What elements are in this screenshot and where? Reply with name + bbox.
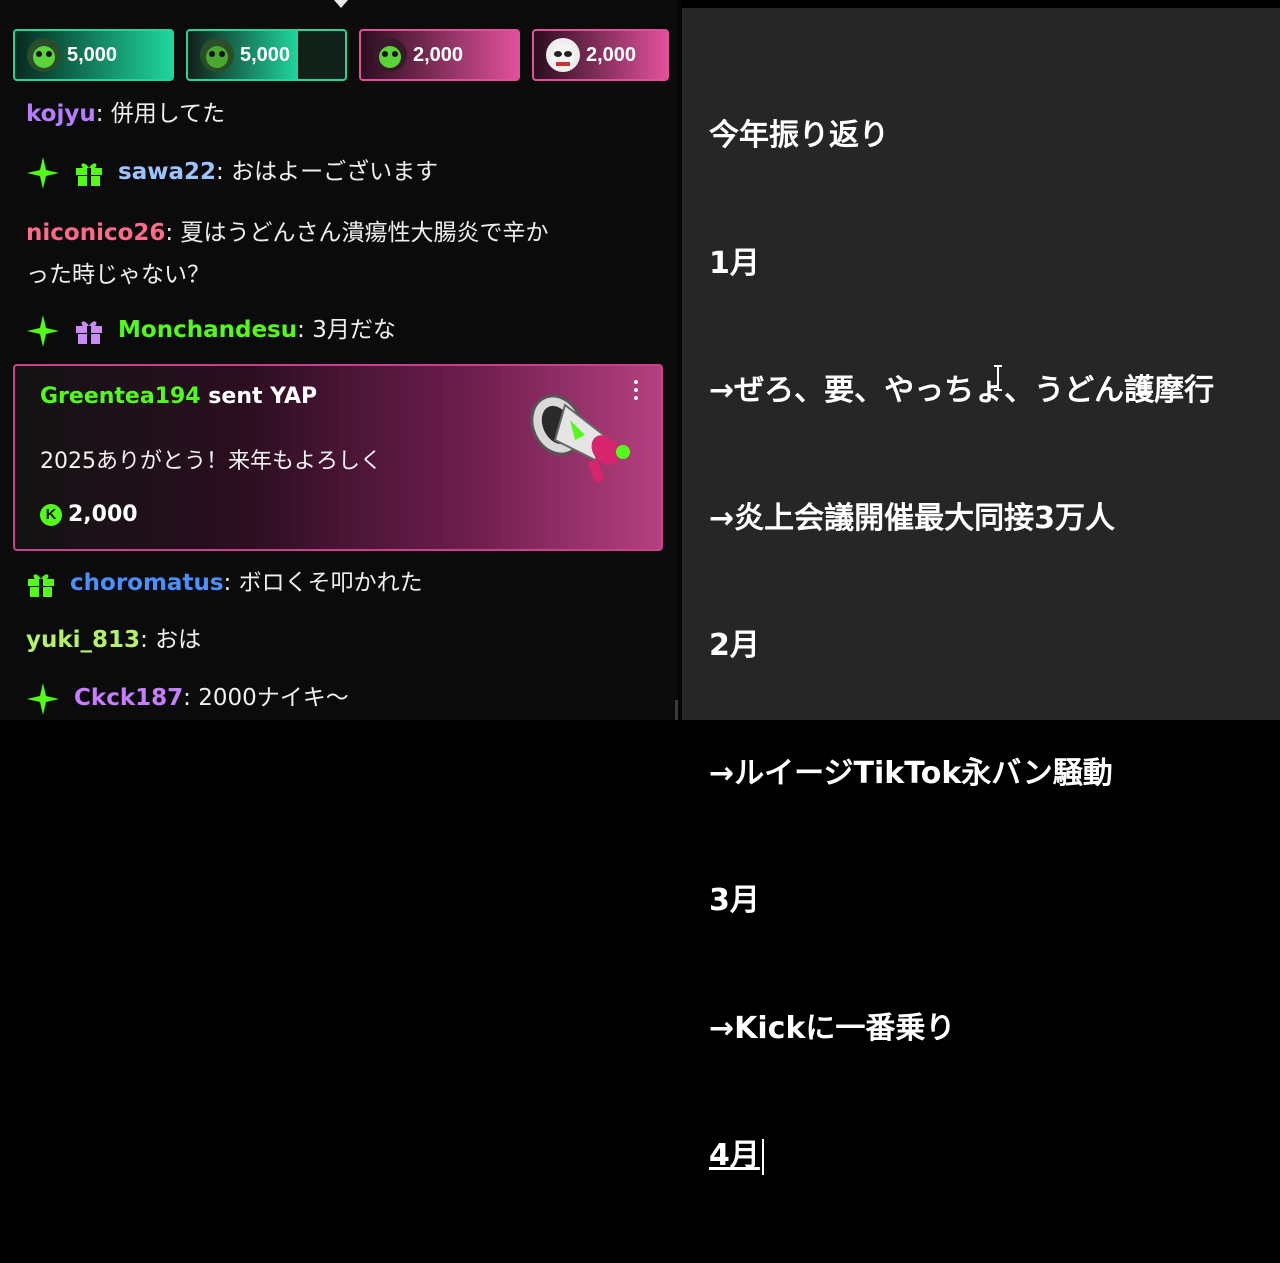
pinned-tip[interactable]: 5,000 [13,29,174,81]
colon: : [297,317,313,343]
yap-message: 2025ありがとう！来年もよろしく [40,449,382,474]
yap-tip-card: Greentea194 sent YAP 2025ありがとう！来年もよろしく K… [13,364,663,551]
green-frog-avatar [200,38,234,72]
notes-line: 4月 [709,1138,760,1173]
green-frog-avatar [373,38,407,72]
yap-header: Greentea194 sent YAP [40,384,317,409]
chat-text: 夏はうどんさん潰瘍性大腸炎で辛か [180,220,549,246]
chat-message: yuki_813: おは [26,623,646,657]
gift-badge-icon [76,162,103,186]
tip-amount: 5,000 [67,43,118,66]
chat-message: sawa22: おはよーございます [26,155,646,190]
tip-amount: 5,000 [240,43,291,66]
yap-amount: 2,000 [68,502,138,527]
text-caret [761,1138,764,1175]
chat-message: niconico26: 夏はうどんさん潰瘍性大腸炎で辛かった時じゃない？ [26,212,646,296]
chat-username[interactable]: choromatus [70,570,224,596]
sparkle-badge-icon [27,156,59,189]
notes-line: →炎上会議開催最大同接3万人 [709,500,1116,536]
sparkle-badge-icon [27,682,59,715]
notes-line: 2月 [709,628,760,663]
chat-text: おは [155,627,202,653]
kick-coin-icon: K [40,503,62,526]
collapse-caret-icon[interactable] [334,0,348,8]
megaphone-icon [530,394,630,483]
gift-badge-icon [28,573,54,597]
chat-username[interactable]: sawa22 [118,159,216,185]
colon: : [140,627,156,653]
chat-username[interactable]: Monchandesu [118,317,297,343]
yap-amount-row: K 2,000 [40,502,138,527]
chat-username[interactable]: yuki_813 [26,627,140,653]
yap-action: sent YAP [208,384,318,409]
chat-username[interactable]: Ckck187 [74,685,183,711]
chat-text: 併用してた [110,101,226,127]
colon: : [183,685,199,711]
pinned-tip[interactable]: 2,000 [532,29,669,81]
chat-text: 3月だな [312,317,396,343]
panda-avatar [546,38,580,72]
tip-amount: 2,000 [413,43,464,66]
notes-line: 今年振り返り [709,118,889,153]
pinned-tip[interactable]: 5,000 [186,29,347,81]
notes-text-area[interactable]: 今年振り返り 1月 →ぜろ、要、やっちょ、うどん護摩行 →炎上会議開催最大同接3… [709,30,1214,1263]
chat-message: choromatus: ボロくそ叩かれた [26,566,646,600]
notes-line: →Kickに一番乗り [709,1010,956,1046]
notes-line: →ぜろ、要、やっちょ、うどん護摩行 [709,373,1215,408]
sparkle-badge-icon [27,314,59,347]
tip-amount: 2,000 [586,43,637,66]
green-frog-avatar [27,38,61,72]
chat-message: Ckck187: 2000ナイキ〜 [26,681,646,716]
notes-editor[interactable]: 今年振り返り 1月 →ぜろ、要、やっちょ、うどん護摩行 →炎上会議開催最大同接3… [682,0,1280,1175]
colon: : [165,220,181,246]
chat-text: おはよーございます [231,159,439,185]
chat-text: 2000ナイキ〜 [198,685,349,711]
colon: : [216,159,232,185]
notes-line: 3月 [709,883,760,918]
chat-text: ボロくそ叩かれた [238,570,423,596]
notes-current-line: 4月 [709,1135,1214,1178]
chat-username[interactable]: niconico26 [26,220,165,246]
chat-message: kojyu: 併用してた [26,97,646,131]
yap-username[interactable]: Greentea194 [40,384,201,409]
colon: : [95,101,111,127]
gift-badge-icon [76,320,103,344]
ibeam-cursor-icon [994,365,1002,391]
pinned-tip[interactable]: 2,000 [359,29,520,81]
notes-line: 1月 [709,245,760,281]
chat-panel: 5,000 5,000 2,000 2,000 kojyu: 併用してた saw… [0,0,678,720]
notes-line: →ルイージTikTok永バン騒動 [709,755,1113,791]
chat-username[interactable]: kojyu [26,101,96,127]
chat-text-continued: った時じゃない？ [26,262,210,288]
chat-message: Monchandesu: 3月だな [26,313,646,348]
colon: : [223,570,239,596]
